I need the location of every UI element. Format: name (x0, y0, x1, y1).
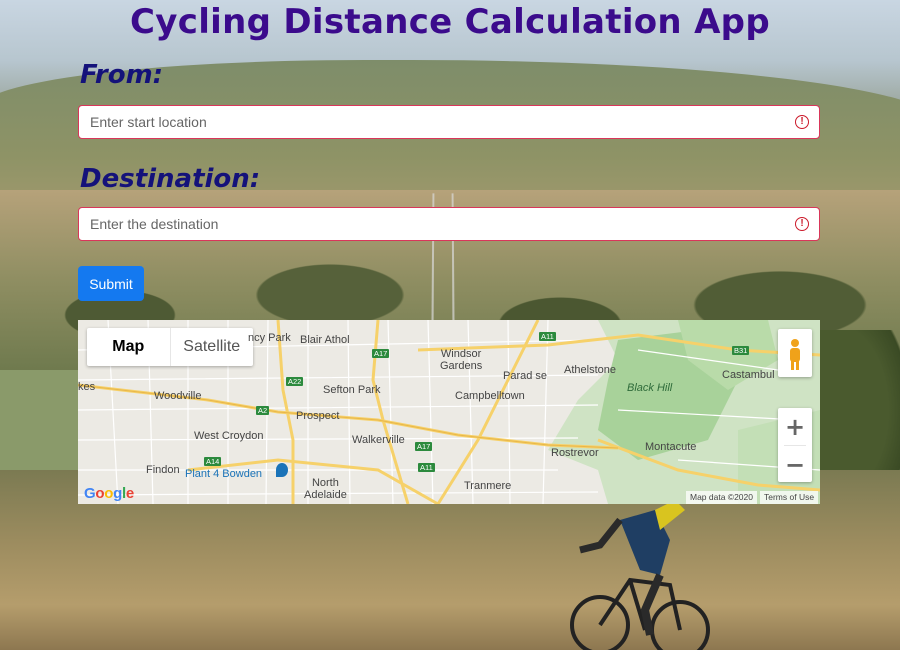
map-data-attribution: Map data ©2020 (686, 491, 757, 504)
from-field[interactable]: ! (78, 105, 820, 139)
map-place-label: Athelstone (564, 364, 616, 376)
road-shield: A17 (415, 442, 433, 451)
destination-label: Destination: (80, 164, 261, 194)
page-title: Cycling Distance Calculation App (130, 2, 770, 42)
map-place-label: West Croydon (194, 430, 264, 442)
zoom-out-button[interactable]: − (778, 446, 812, 483)
road-shield: A22 (286, 377, 304, 386)
error-icon: ! (795, 217, 809, 231)
destination-input[interactable] (79, 208, 819, 240)
map-place-label: Campbelltown (455, 390, 525, 402)
map-widget[interactable]: Map Satellite ncy Park Blair Athol Winds… (78, 320, 820, 504)
map-place-label: North Adelaide (304, 477, 347, 501)
road-shield: A11 (418, 463, 435, 472)
submit-button[interactable]: Submit (78, 266, 144, 301)
map-place-label: Black Hill (627, 382, 673, 394)
road-shield: B31 (732, 346, 750, 355)
from-label: From: (80, 60, 164, 90)
terms-of-use-link[interactable]: Terms of Use (760, 491, 819, 504)
map-place-label: Castambul (722, 369, 775, 381)
map-place-label: ncy Park (248, 332, 291, 344)
map-place-label: Woodville (154, 390, 202, 402)
map-type-control: Map Satellite (87, 328, 253, 366)
road-shield: A14 (204, 457, 222, 466)
pegman-icon (790, 339, 800, 370)
map-place-label: Walkerville (352, 434, 405, 446)
map-place-label: kes (78, 381, 96, 393)
road-shield: A11 (539, 332, 556, 341)
map-place-label: Blair Athol (300, 334, 350, 346)
map-type-satellite-button[interactable]: Satellite (171, 328, 254, 366)
start-location-input[interactable] (79, 106, 819, 138)
shopping-bag-icon (276, 463, 288, 477)
map-place-label: Findon (146, 464, 180, 476)
road-shield: A17 (372, 349, 390, 358)
error-icon: ! (795, 115, 809, 129)
road-shield: A2 (256, 406, 270, 415)
map-place-label: Windsor Gardens (440, 348, 483, 372)
zoom-in-button[interactable]: + (778, 408, 812, 445)
zoom-control: + − (778, 408, 812, 482)
cyclist-image (570, 500, 710, 650)
map-place-label: Rostrevor (551, 447, 599, 459)
google-logo: Google (84, 485, 134, 502)
map-type-map-button[interactable]: Map (87, 328, 171, 366)
street-view-pegman-button[interactable] (778, 329, 812, 377)
map-poi-label[interactable]: Plant 4 Bowden (185, 468, 262, 480)
map-place-label: Sefton Park (323, 384, 381, 396)
map-place-label: Montacute (645, 441, 697, 453)
map-place-label: Parad se (503, 370, 548, 382)
map-place-label: Tranmere (464, 480, 512, 492)
map-place-label: Prospect (296, 410, 340, 422)
destination-field[interactable]: ! (78, 207, 820, 241)
